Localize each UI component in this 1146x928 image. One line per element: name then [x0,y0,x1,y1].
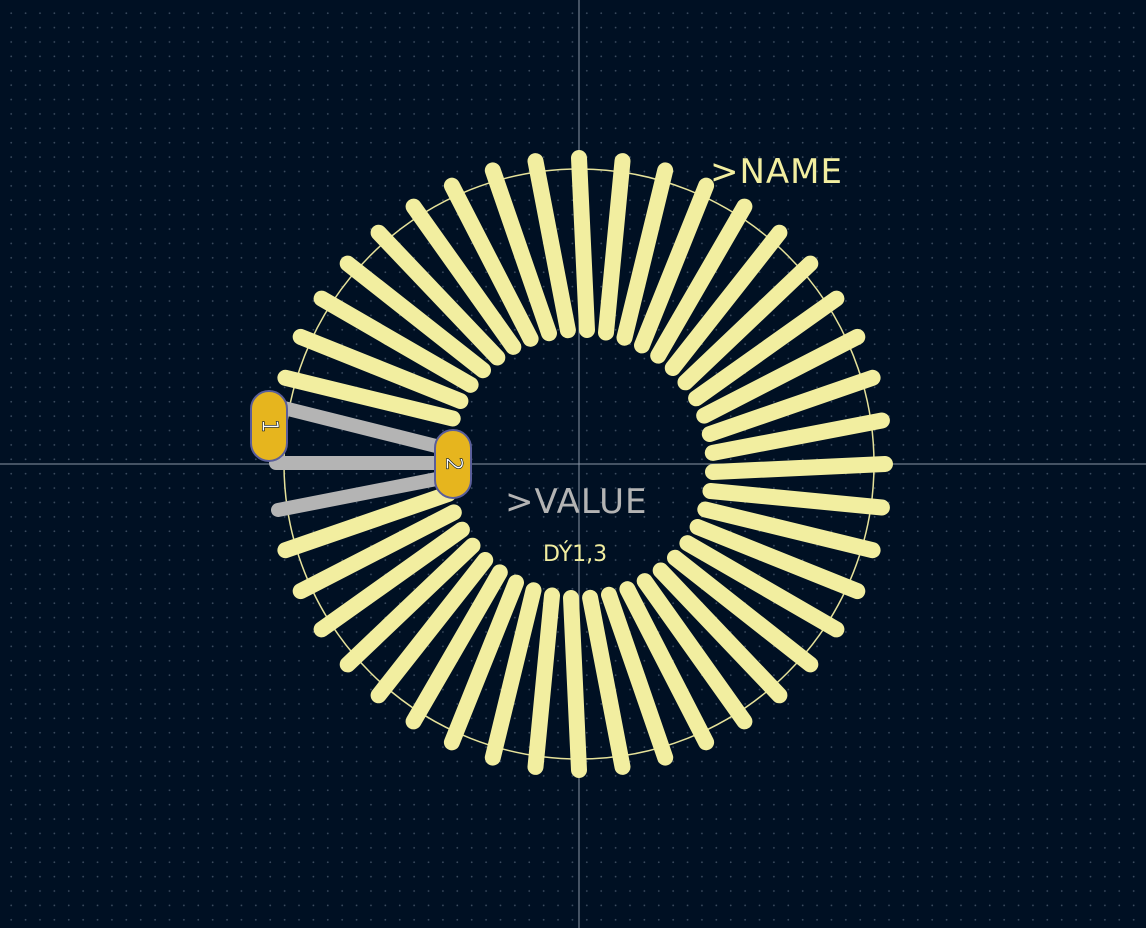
designator-label[interactable]: DÝ1,3 [543,541,607,567]
winding-icon [527,587,560,775]
winding-icon [598,153,631,341]
winding-icon [705,456,893,480]
pcb-canvas[interactable]: 1 2 >NAME >VALUE DÝ1,3 [0,0,1146,928]
pad-1[interactable]: 1 [250,390,288,462]
footprint-view[interactable]: 1 2 >NAME >VALUE DÝ1,3 [0,0,1146,928]
pad-2[interactable]: 2 [434,429,472,499]
winding-icon [563,590,587,778]
pad-2-number: 2 [441,457,466,471]
name-label[interactable]: >NAME [710,152,843,192]
pad-1-number: 1 [257,419,282,433]
winding-icon [571,150,595,338]
winding-icon [702,483,890,516]
value-label[interactable]: >VALUE [505,482,647,522]
